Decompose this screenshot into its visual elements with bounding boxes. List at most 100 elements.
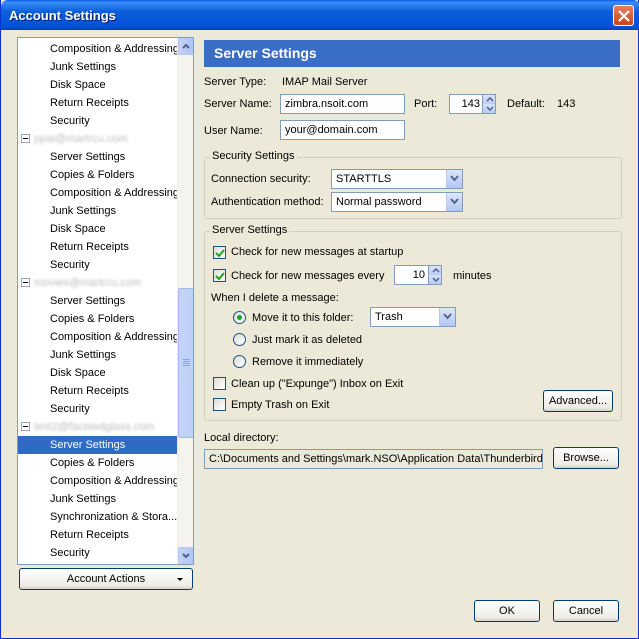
scroll-down-button[interactable] <box>178 547 193 564</box>
server-type-label: Server Type: <box>204 76 267 88</box>
connection-security-select[interactable]: STARTTLS <box>331 169 463 189</box>
tree-item[interactable]: Server Settings <box>18 148 178 166</box>
tree-item-label: Return Receipts <box>50 97 129 109</box>
check-every-checkbox[interactable] <box>213 269 226 282</box>
tree-item[interactable]: Server Settings <box>18 292 178 310</box>
tree-account-row[interactable]: movies@martrcu.com <box>18 274 178 292</box>
tree-item-label: test2@facetedglass.com <box>34 421 155 433</box>
tree-item[interactable]: Copies & Folders <box>18 310 178 328</box>
tree-item[interactable]: Copies & Folders <box>18 454 178 472</box>
tree-item-label: Composition & Addressing <box>50 475 178 487</box>
tree-scrollbar[interactable] <box>177 38 193 564</box>
account-settings-window: Account Settings Composition & Addressin… <box>0 0 639 639</box>
server-name-label: Server Name: <box>204 98 272 110</box>
tree-item[interactable]: Return Receipts <box>18 526 178 544</box>
tree-item-label: Server Settings <box>50 439 126 451</box>
tree-item-label: Junk Settings <box>50 493 117 505</box>
tree-item[interactable]: Security <box>18 256 178 274</box>
mark-deleted-radio[interactable] <box>233 333 246 346</box>
account-tree[interactable]: Composition & Addressing Junk Settings Dis… <box>17 37 194 565</box>
move-to-folder-radio[interactable] <box>233 311 246 324</box>
tree-item[interactable]: Return Receipts <box>18 382 178 400</box>
when-delete-label: When I delete a message: <box>211 292 339 304</box>
tree-item-label: Junk Settings <box>50 205 117 217</box>
advanced-button[interactable]: Advanced... <box>543 390 613 412</box>
security-settings-title: Security Settings <box>210 150 297 162</box>
tree-item[interactable]: Security <box>18 544 178 562</box>
check-startup-checkbox[interactable] <box>213 246 226 259</box>
scroll-up-button[interactable] <box>178 38 193 55</box>
account-actions-button[interactable]: Account Actions <box>19 568 193 590</box>
minutes-input[interactable]: 10 <box>394 265 430 285</box>
tree-item[interactable]: Disk Space <box>18 364 178 382</box>
tree-item-label: Disk Space <box>50 367 106 379</box>
port-input[interactable]: 143 <box>449 94 485 114</box>
ok-button[interactable]: OK <box>474 600 540 622</box>
close-button[interactable] <box>613 5 634 26</box>
tree-item[interactable]: Disk Space <box>18 76 178 94</box>
remove-immediately-label: Remove it immediately <box>252 356 364 368</box>
check-startup-label: Check for new messages at startup <box>231 246 404 258</box>
tree-item-label: Security <box>50 547 90 559</box>
user-name-input[interactable]: your@domain.com <box>280 120 405 140</box>
tree-item-label: Synchronization & Stora... <box>50 511 178 523</box>
close-icon <box>618 10 630 22</box>
tree-item[interactable]: Security <box>18 112 178 130</box>
tree-item[interactable]: Junk Settings <box>18 346 178 364</box>
auth-method-select[interactable]: Normal password <box>331 192 463 212</box>
tree-item-label: Return Receipts <box>50 529 129 541</box>
tree-item[interactable]: Junk Settings <box>18 490 178 508</box>
tree-item-label: movies@martrcu.com <box>34 277 142 289</box>
server-name-input[interactable]: zimbra.nsoit.com <box>280 94 405 114</box>
remove-immediately-radio[interactable] <box>233 355 246 368</box>
cleanup-checkbox[interactable] <box>213 377 226 390</box>
collapse-toggle-icon[interactable] <box>21 278 30 287</box>
tree-item[interactable]: Security <box>18 400 178 418</box>
tree-account-row[interactable]: ppat@martrcu.com <box>18 130 178 148</box>
scroll-thumb[interactable] <box>178 288 193 438</box>
minutes-stepper[interactable] <box>428 265 442 285</box>
move-to-folder-label: Move it to this folder: <box>252 312 354 324</box>
tree-item-label: Server Settings <box>50 151 126 163</box>
tree-item[interactable]: Return Receipts <box>18 94 178 112</box>
tree-item[interactable]: Composition & Addressing <box>18 184 178 202</box>
collapse-toggle-icon[interactable] <box>21 422 30 431</box>
tree-item[interactable]: Composition & Addressing <box>18 472 178 490</box>
tree-item[interactable]: Junk Settings <box>18 202 178 220</box>
auth-method-label: Authentication method: <box>211 196 324 208</box>
chevron-down-icon <box>432 277 440 282</box>
tree-item[interactable]: Return Receipts <box>18 238 178 256</box>
local-directory-input[interactable]: C:\Documents and Settings\mark.NSO\Appli… <box>204 449 543 469</box>
chevron-down-icon <box>182 553 190 559</box>
tree-item-label: Copies & Folders <box>50 313 135 325</box>
default-value: 143 <box>557 98 576 110</box>
server-settings-title: Server Settings <box>210 224 290 236</box>
browse-button[interactable]: Browse... <box>553 447 619 469</box>
dropdown-arrow-icon <box>177 578 183 581</box>
tree-item[interactable]: Copies & Folders <box>18 166 178 184</box>
chevron-up-icon <box>486 97 494 102</box>
empty-trash-checkbox[interactable] <box>213 398 226 411</box>
tree-item-label: Return Receipts <box>50 385 129 397</box>
cancel-button[interactable]: Cancel <box>553 600 619 622</box>
tree-item[interactable]: Composition & Addressing <box>18 328 178 346</box>
tree-item-label: Copies & Folders <box>50 457 135 469</box>
tree-item-label: Return Receipts <box>50 241 129 253</box>
trash-folder-value: Trash <box>375 311 403 323</box>
tree-item[interactable]: Disk Space <box>18 220 178 238</box>
collapse-toggle-icon[interactable] <box>21 134 30 143</box>
tree-item[interactable]: Composition & Addressing <box>18 40 178 58</box>
title-bar[interactable]: Account Settings <box>1 0 639 30</box>
minutes-label: minutes <box>453 270 492 282</box>
chevron-down-icon <box>450 198 459 205</box>
port-stepper[interactable] <box>482 94 496 114</box>
tree-item-label: Copies & Folders <box>50 169 135 181</box>
tree-item[interactable]: Junk Settings <box>18 58 178 76</box>
trash-folder-select[interactable]: Trash <box>370 307 456 327</box>
tree-item[interactable]: Server Settings <box>18 436 178 454</box>
tree-account-row[interactable]: test2@facetedglass.com <box>18 418 178 436</box>
chevron-up-icon <box>182 43 190 49</box>
tree-item-label: Composition & Addressing <box>50 331 178 343</box>
connection-security-value: STARTTLS <box>336 173 392 185</box>
tree-item[interactable]: Synchronization & Stora... <box>18 508 178 526</box>
